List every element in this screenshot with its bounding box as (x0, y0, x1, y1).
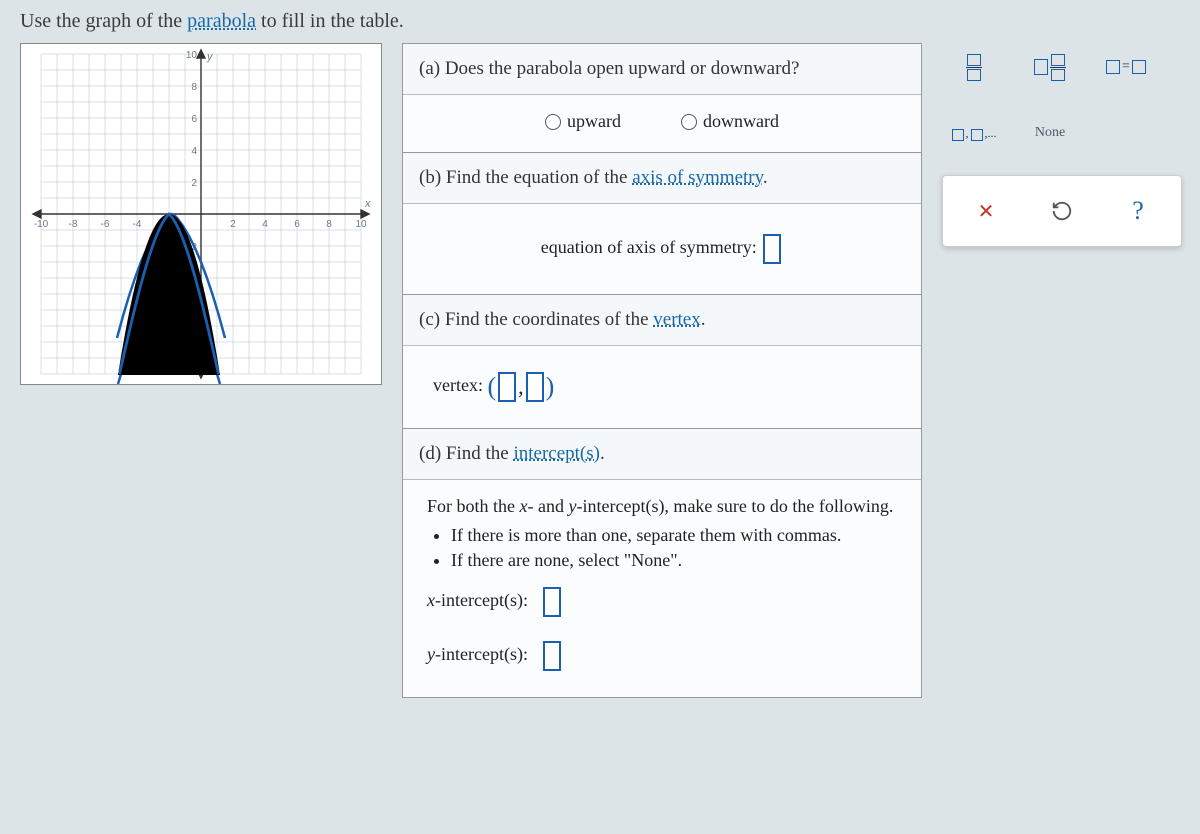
question-b: (b) Find the equation of the axis of sym… (402, 153, 922, 295)
radio-icon (681, 114, 697, 130)
parabola-graph: -10-8-6-4-2 246810 108642 -2-4-6-8-10 x … (20, 43, 382, 385)
question-a: (a) Does the parabola open upward or dow… (402, 43, 922, 153)
question-prompt: Use the graph of the parabola to fill in… (20, 10, 1180, 33)
vertex-label: vertex: (433, 375, 483, 395)
mixed-number-button[interactable] (1022, 46, 1078, 88)
reset-button[interactable] (1037, 189, 1087, 233)
question-d-header: (d) Find the intercept(s). (403, 429, 921, 480)
none-button[interactable]: None (1022, 112, 1078, 154)
prompt-post: to fill in the table. (256, 10, 404, 32)
qd-pre: (d) Find the (419, 443, 513, 464)
svg-text:8: 8 (326, 219, 332, 230)
axis-symmetry-input[interactable] (763, 234, 781, 264)
vertex-input-group: (, ) (487, 372, 554, 402)
svg-text:4: 4 (262, 219, 268, 230)
bullet-1: If there is more than one, separate them… (451, 525, 897, 546)
question-c-header: (c) Find the coordinates of the vertex. (403, 295, 921, 346)
svg-text:6: 6 (294, 219, 300, 230)
question-column: (a) Does the parabola open upward or dow… (402, 43, 922, 698)
math-toolbar: = ,,... None ✕ ? (942, 43, 1182, 247)
svg-text:-6: -6 (101, 219, 110, 230)
axis-symmetry-label: equation of axis of symmetry: (541, 237, 757, 257)
question-a-header: (a) Does the parabola open upward or dow… (403, 44, 921, 95)
prompt-pre: Use the graph of the (20, 10, 187, 32)
question-c: (c) Find the coordinates of the vertex. … (402, 295, 922, 429)
question-d: (d) Find the intercept(s). For both the … (402, 429, 922, 698)
qd-post: . (600, 443, 605, 464)
qc-post: . (701, 309, 706, 330)
qd-link[interactable]: intercept(s) (513, 443, 600, 464)
vertex-x-input[interactable] (498, 372, 516, 402)
prompt-link[interactable]: parabola (187, 10, 256, 32)
y-intercept-input[interactable] (543, 641, 561, 671)
equation-button[interactable]: = (1098, 46, 1154, 88)
svg-text:10: 10 (186, 50, 198, 61)
qb-pre: (b) Find the equation of the (419, 167, 632, 188)
qb-post: . (763, 167, 768, 188)
qc-link[interactable]: vertex (653, 309, 700, 330)
question-b-header: (b) Find the equation of the axis of sym… (403, 153, 921, 204)
svg-text:4: 4 (191, 146, 197, 157)
svg-text:2: 2 (230, 219, 236, 230)
help-button[interactable]: ? (1113, 189, 1163, 233)
option-downward-label: downward (703, 111, 779, 132)
qb-link[interactable]: axis of symmetry (632, 167, 763, 188)
bullet-2: If there are none, select "None". (451, 550, 897, 571)
qd-intro-pre: For both the (427, 496, 520, 516)
vertex-y-input[interactable] (526, 372, 544, 402)
option-downward[interactable]: downward (681, 111, 779, 132)
qd-intro-post: -intercept(s), make sure to do the follo… (576, 496, 893, 516)
intercept-instructions: If there is more than one, separate them… (427, 525, 897, 571)
clear-button[interactable]: ✕ (961, 189, 1011, 233)
svg-text:10: 10 (355, 219, 367, 230)
svg-text:-4: -4 (133, 219, 142, 230)
svg-text:8: 8 (191, 82, 197, 93)
radio-icon (545, 114, 561, 130)
fraction-button[interactable] (946, 46, 1002, 88)
svg-text:2: 2 (191, 178, 197, 189)
x-intercept-input[interactable] (543, 587, 561, 617)
list-button[interactable]: ,,... (946, 112, 1002, 154)
svg-text:-8: -8 (69, 219, 78, 230)
option-upward-label: upward (567, 111, 621, 132)
y-intercept-label: -intercept(s): (435, 644, 528, 664)
qc-pre: (c) Find the coordinates of the (419, 309, 653, 330)
option-upward[interactable]: upward (545, 111, 621, 132)
svg-text:6: 6 (191, 114, 197, 125)
control-panel: ✕ ? (942, 175, 1182, 247)
svg-text:x: x (364, 198, 371, 210)
x-intercept-label: -intercept(s): (435, 590, 528, 610)
svg-text:-10: -10 (34, 219, 49, 230)
intercept-intro: For both the x- and y-intercept(s), make… (427, 496, 897, 517)
